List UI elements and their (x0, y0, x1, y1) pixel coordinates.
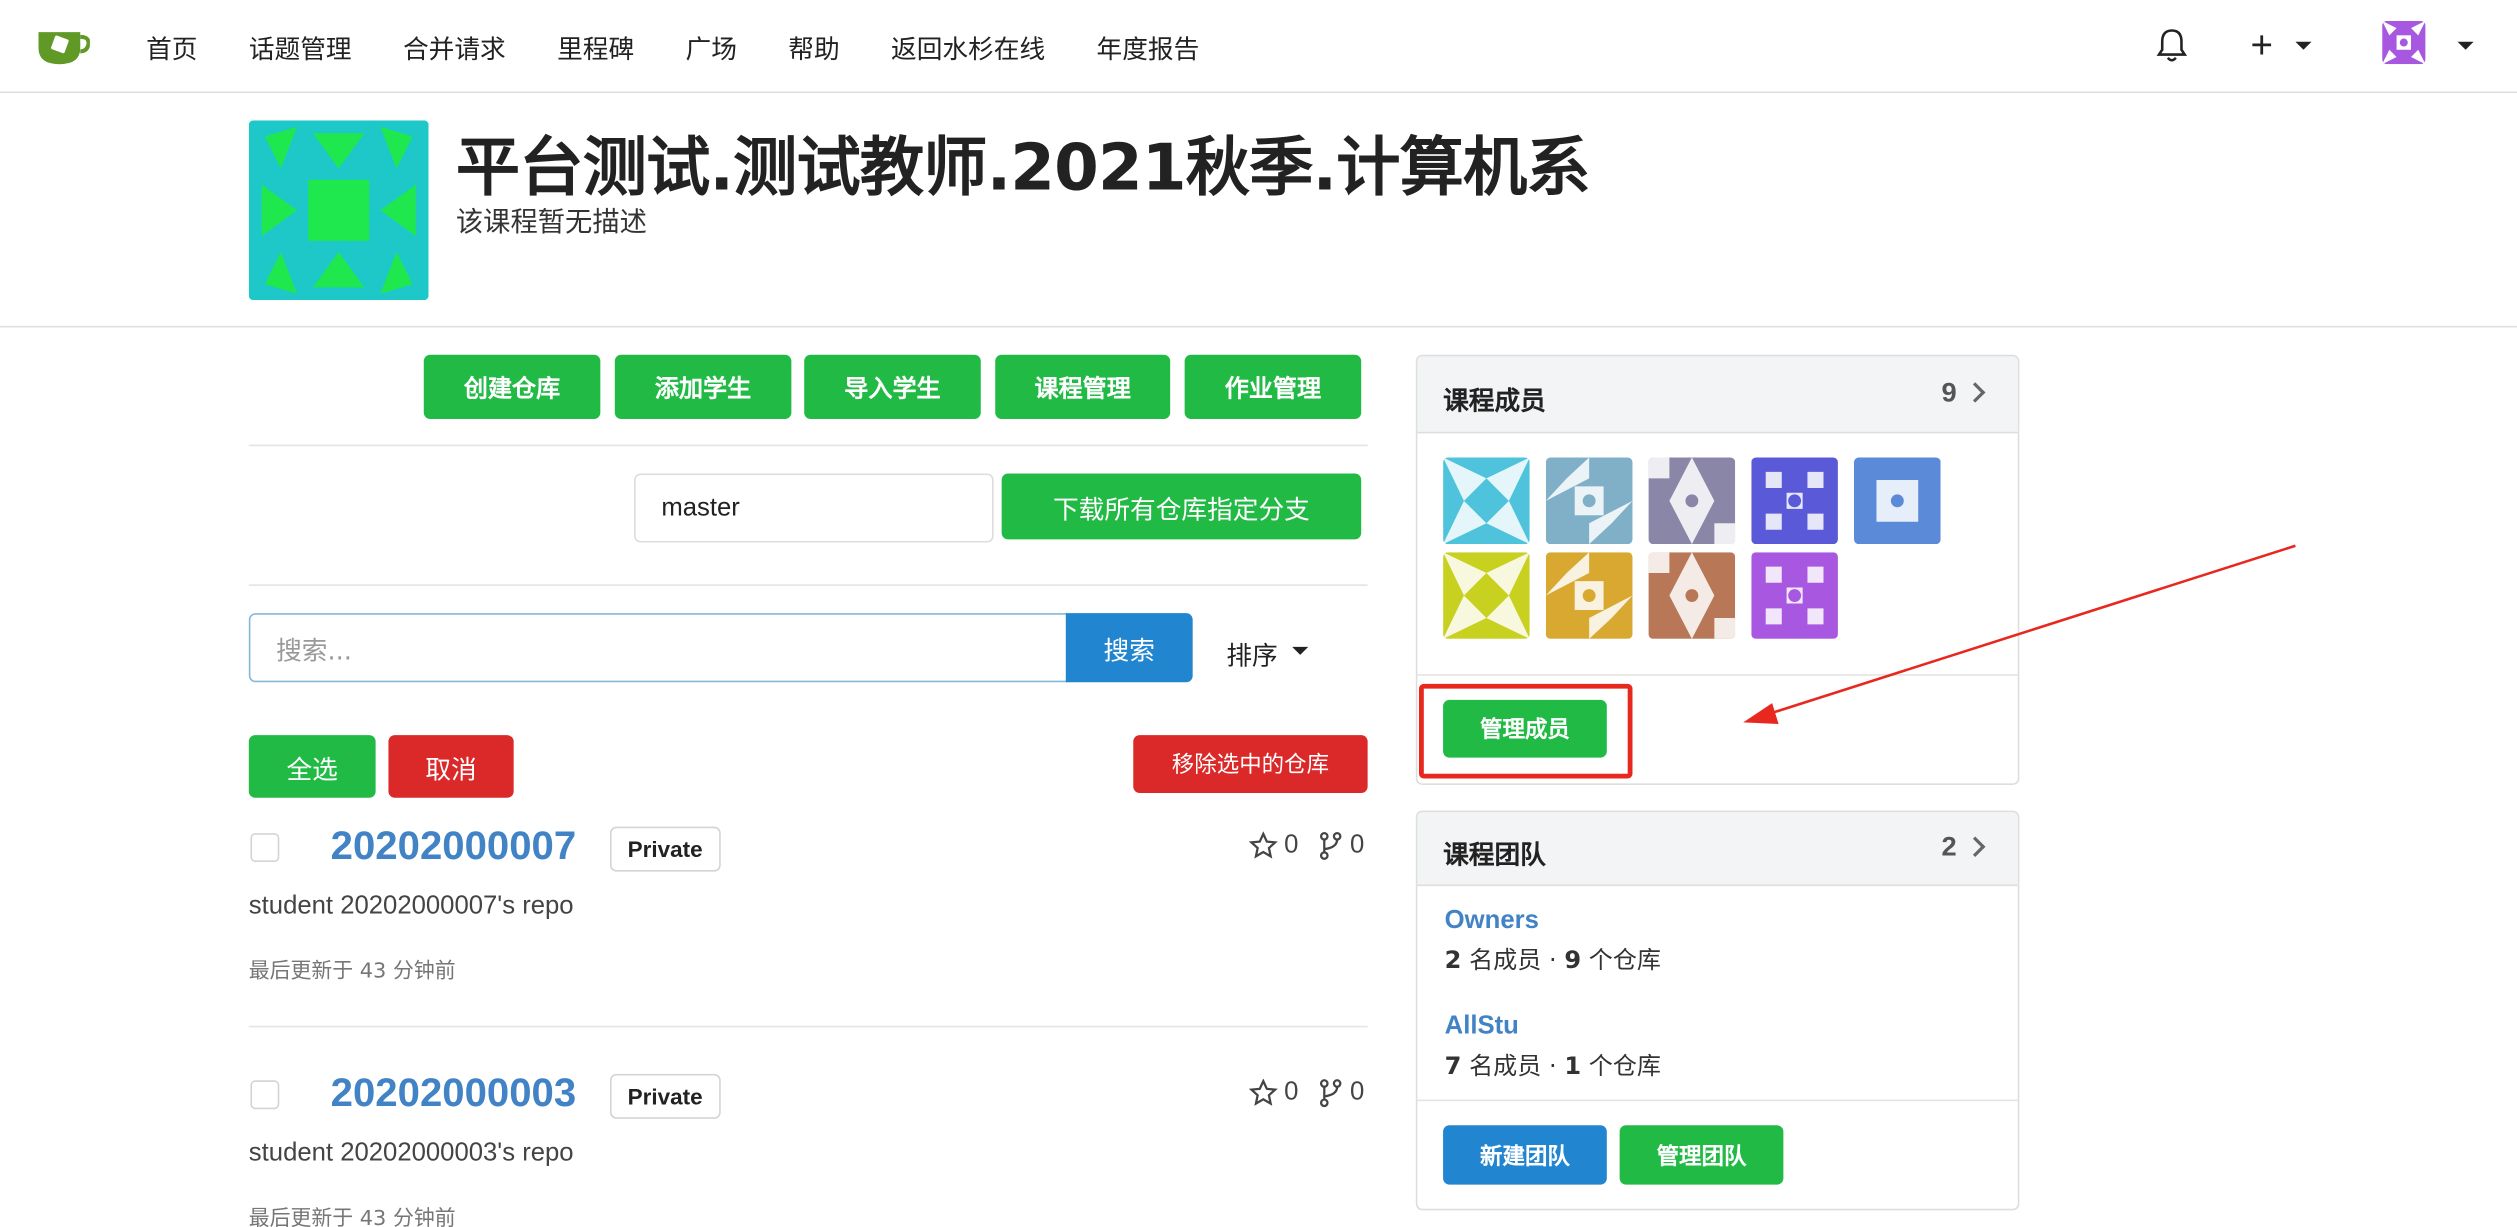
annotation-highlight-box (1418, 683, 1633, 779)
search-input[interactable]: 搜索... (248, 613, 1068, 683)
teams-count: 2 (1941, 831, 1957, 862)
team-meta: 2 名成员 · 9 个仓库 (1445, 942, 1661, 976)
repo-forks: 0 (1318, 831, 1364, 860)
branch-input[interactable]: master (634, 473, 994, 543)
select-all-button[interactable]: 全选 (248, 735, 376, 798)
create-dropdown-caret-icon[interactable] (2295, 41, 2312, 50)
repo-name-link[interactable]: 20202000007 (331, 823, 577, 870)
import-student-button[interactable]: 导入学生 (804, 354, 981, 419)
chevron-right-icon[interactable] (1964, 836, 1986, 857)
fork-count: 0 (1349, 831, 1365, 859)
team-member-suffix: 名成员 · (1469, 945, 1557, 975)
sort-dropdown[interactable]: 排序 (1226, 634, 1277, 673)
star-count: 0 (1284, 831, 1299, 859)
star-icon (1248, 831, 1278, 859)
star-count: 0 (1284, 1078, 1299, 1106)
user-avatar[interactable] (2382, 20, 2426, 65)
team-member-count: 2 (1444, 945, 1462, 975)
member-avatar[interactable] (1648, 457, 1736, 545)
fork-icon (1319, 831, 1342, 860)
top-navbar: 首页 话题管理 合并请求 里程碑 广场 帮助 返回水杉在线 年度报告 + (0, 0, 2517, 94)
members-card-title: 课程成员 (1443, 385, 1546, 416)
team-name-link[interactable]: AllStu (1445, 1013, 1519, 1042)
user-dropdown-caret-icon[interactable] (2457, 41, 2474, 50)
fork-count: 0 (1349, 1078, 1365, 1106)
divider (248, 1025, 1368, 1028)
team-member-suffix: 名成员 · (1469, 1051, 1557, 1081)
team-repo-count: 1 (1564, 1051, 1582, 1081)
nav-annual-report[interactable]: 年度报告 (1071, 27, 1225, 66)
member-avatar[interactable] (1545, 457, 1633, 545)
divider (248, 444, 1368, 447)
notification-bell-icon[interactable] (2156, 27, 2188, 62)
manage-teams-button[interactable]: 管理团队 (1619, 1125, 1784, 1185)
team-repo-suffix: 个仓库 (1588, 945, 1662, 975)
repo-updated-time: 最后更新于 43 分钟前 (248, 959, 456, 984)
sort-caret-icon[interactable] (1292, 646, 1309, 655)
create-new-icon[interactable]: + (2250, 24, 2272, 69)
repo-name-link[interactable]: 20202000003 (331, 1071, 577, 1118)
nav-home[interactable]: 首页 (120, 27, 223, 66)
team-repo-suffix: 个仓库 (1588, 1051, 1662, 1081)
course-teams-card: 课程团队 2 Owners 2 名成员 · 9 个仓库 AllStu 7 名成员… (1415, 810, 2020, 1211)
member-avatar[interactable] (1751, 457, 1838, 545)
divider (248, 584, 1368, 586)
member-avatar[interactable] (1443, 457, 1530, 545)
team-name-link[interactable]: Owners (1445, 907, 1539, 936)
create-repo-button[interactable]: 创建仓库 (423, 354, 601, 419)
course-description: 该课程暂无描述 (455, 207, 647, 240)
repo-description: student 20202000007's repo (248, 892, 574, 920)
teams-card-header[interactable]: 课程团队 2 (1417, 812, 2018, 887)
search-button[interactable]: 搜索 (1065, 613, 1193, 683)
members-count: 9 (1941, 377, 1957, 408)
repo-stars: 0 (1248, 831, 1299, 860)
main-nav: 首页 话题管理 合并请求 里程碑 广场 帮助 返回水杉在线 年度报告 (120, 0, 1225, 93)
course-title: 平台测试.测试教师.2021秋季.计算机系 (455, 131, 1591, 206)
repo-description: student 20202000003's repo (248, 1139, 574, 1167)
fork-icon (1319, 1079, 1342, 1108)
repo-forks: 0 (1318, 1079, 1364, 1108)
nav-back-online[interactable]: 返回水杉在线 (865, 27, 1070, 66)
members-card-header[interactable]: 课程成员 9 (1417, 356, 2018, 434)
remove-selected-repos-button[interactable]: 移除选中的仓库 (1133, 735, 1368, 793)
team-meta: 7 名成员 · 1 个仓库 (1445, 1048, 1661, 1082)
member-avatar[interactable] (1854, 457, 1941, 545)
nav-pulls[interactable]: 合并请求 (377, 27, 531, 66)
gitea-logo-icon[interactable] (35, 22, 90, 67)
member-avatar[interactable] (1648, 552, 1736, 639)
visibility-badge: Private (609, 1073, 721, 1119)
nav-issues[interactable]: 话题管理 (223, 27, 377, 66)
member-avatar[interactable] (1443, 552, 1530, 639)
repo-checkbox[interactable] (250, 1080, 280, 1110)
repo-updated-time: 最后更新于 43 分钟前 (248, 1207, 456, 1227)
team-repo-count: 9 (1564, 945, 1582, 975)
course-manage-button[interactable]: 课程管理 (995, 354, 1171, 419)
repo-checkbox[interactable] (250, 833, 280, 862)
star-icon (1248, 1078, 1278, 1106)
cancel-selection-button[interactable]: 取消 (388, 735, 514, 798)
member-avatar[interactable] (1751, 552, 1838, 639)
download-branch-button[interactable]: 下载所有仓库指定分支 (1001, 473, 1362, 540)
repo-stars: 0 (1248, 1078, 1299, 1108)
divider (1417, 1099, 2018, 1102)
nav-help[interactable]: 帮助 (763, 27, 866, 66)
homework-manage-button[interactable]: 作业管理 (1184, 354, 1362, 419)
member-avatar[interactable] (1545, 552, 1633, 639)
new-team-button[interactable]: 新建团队 (1443, 1125, 1607, 1185)
add-student-button[interactable]: 添加学生 (614, 354, 792, 419)
divider (1417, 674, 2018, 676)
teams-card-title: 课程团队 (1443, 839, 1546, 871)
chevron-right-icon[interactable] (1964, 382, 1986, 403)
team-member-count: 7 (1444, 1051, 1462, 1081)
nav-explore[interactable]: 广场 (660, 27, 763, 66)
course-header: 平台测试.测试教师.2021秋季.计算机系 该课程暂无描述 (0, 93, 2517, 328)
course-avatar (248, 120, 429, 301)
nav-milestones[interactable]: 里程碑 (531, 27, 659, 66)
visibility-badge: Private (609, 826, 721, 872)
